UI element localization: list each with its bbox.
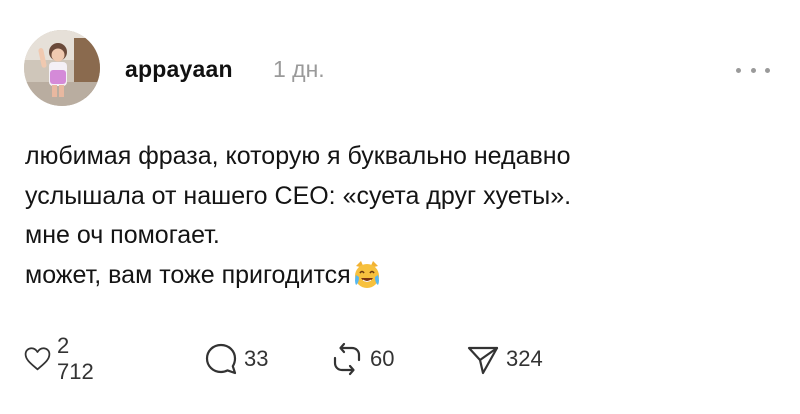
post-text-line: может, вам тоже пригодится xyxy=(25,260,351,289)
post-text-line: услышала от нашего CEO: «суета друг хует… xyxy=(25,181,572,210)
post-text-line: любимая фраза, которую я буквально недав… xyxy=(25,142,571,170)
like-count: 2 712 xyxy=(56,333,94,384)
author-username[interactable]: appayaan xyxy=(125,56,233,83)
avatar-photo xyxy=(24,30,100,106)
more-dots-icon[interactable] xyxy=(736,62,770,78)
repost-icon xyxy=(333,342,361,376)
heart-icon xyxy=(24,347,51,371)
cat-tears-of-joy-emoji xyxy=(352,259,382,289)
dot xyxy=(736,67,741,73)
repost-count: 60 xyxy=(370,346,395,371)
post-text: любимая фраза, которую я буквально недав… xyxy=(25,137,765,295)
like-button[interactable]: 2 712 xyxy=(24,333,101,384)
send-icon xyxy=(467,346,499,375)
post-card: appayaan 1 дн. любимая фраза, которую я … xyxy=(0,0,800,414)
repost-button[interactable]: 60 xyxy=(330,339,394,379)
post-text-line-last: может, вам тоже пригодится xyxy=(25,256,765,296)
dot xyxy=(750,67,756,73)
post-timestamp: 1 дн. xyxy=(273,56,325,82)
post-text-line: мне оч помогает. xyxy=(25,221,220,249)
dot xyxy=(765,67,770,73)
reply-count: 33 xyxy=(244,346,269,371)
avatar[interactable] xyxy=(24,30,100,106)
reply-button[interactable]: 33 xyxy=(204,339,268,379)
share-button[interactable]: 324 xyxy=(466,339,543,379)
comment-icon xyxy=(205,343,237,375)
share-count: 324 xyxy=(506,346,543,371)
